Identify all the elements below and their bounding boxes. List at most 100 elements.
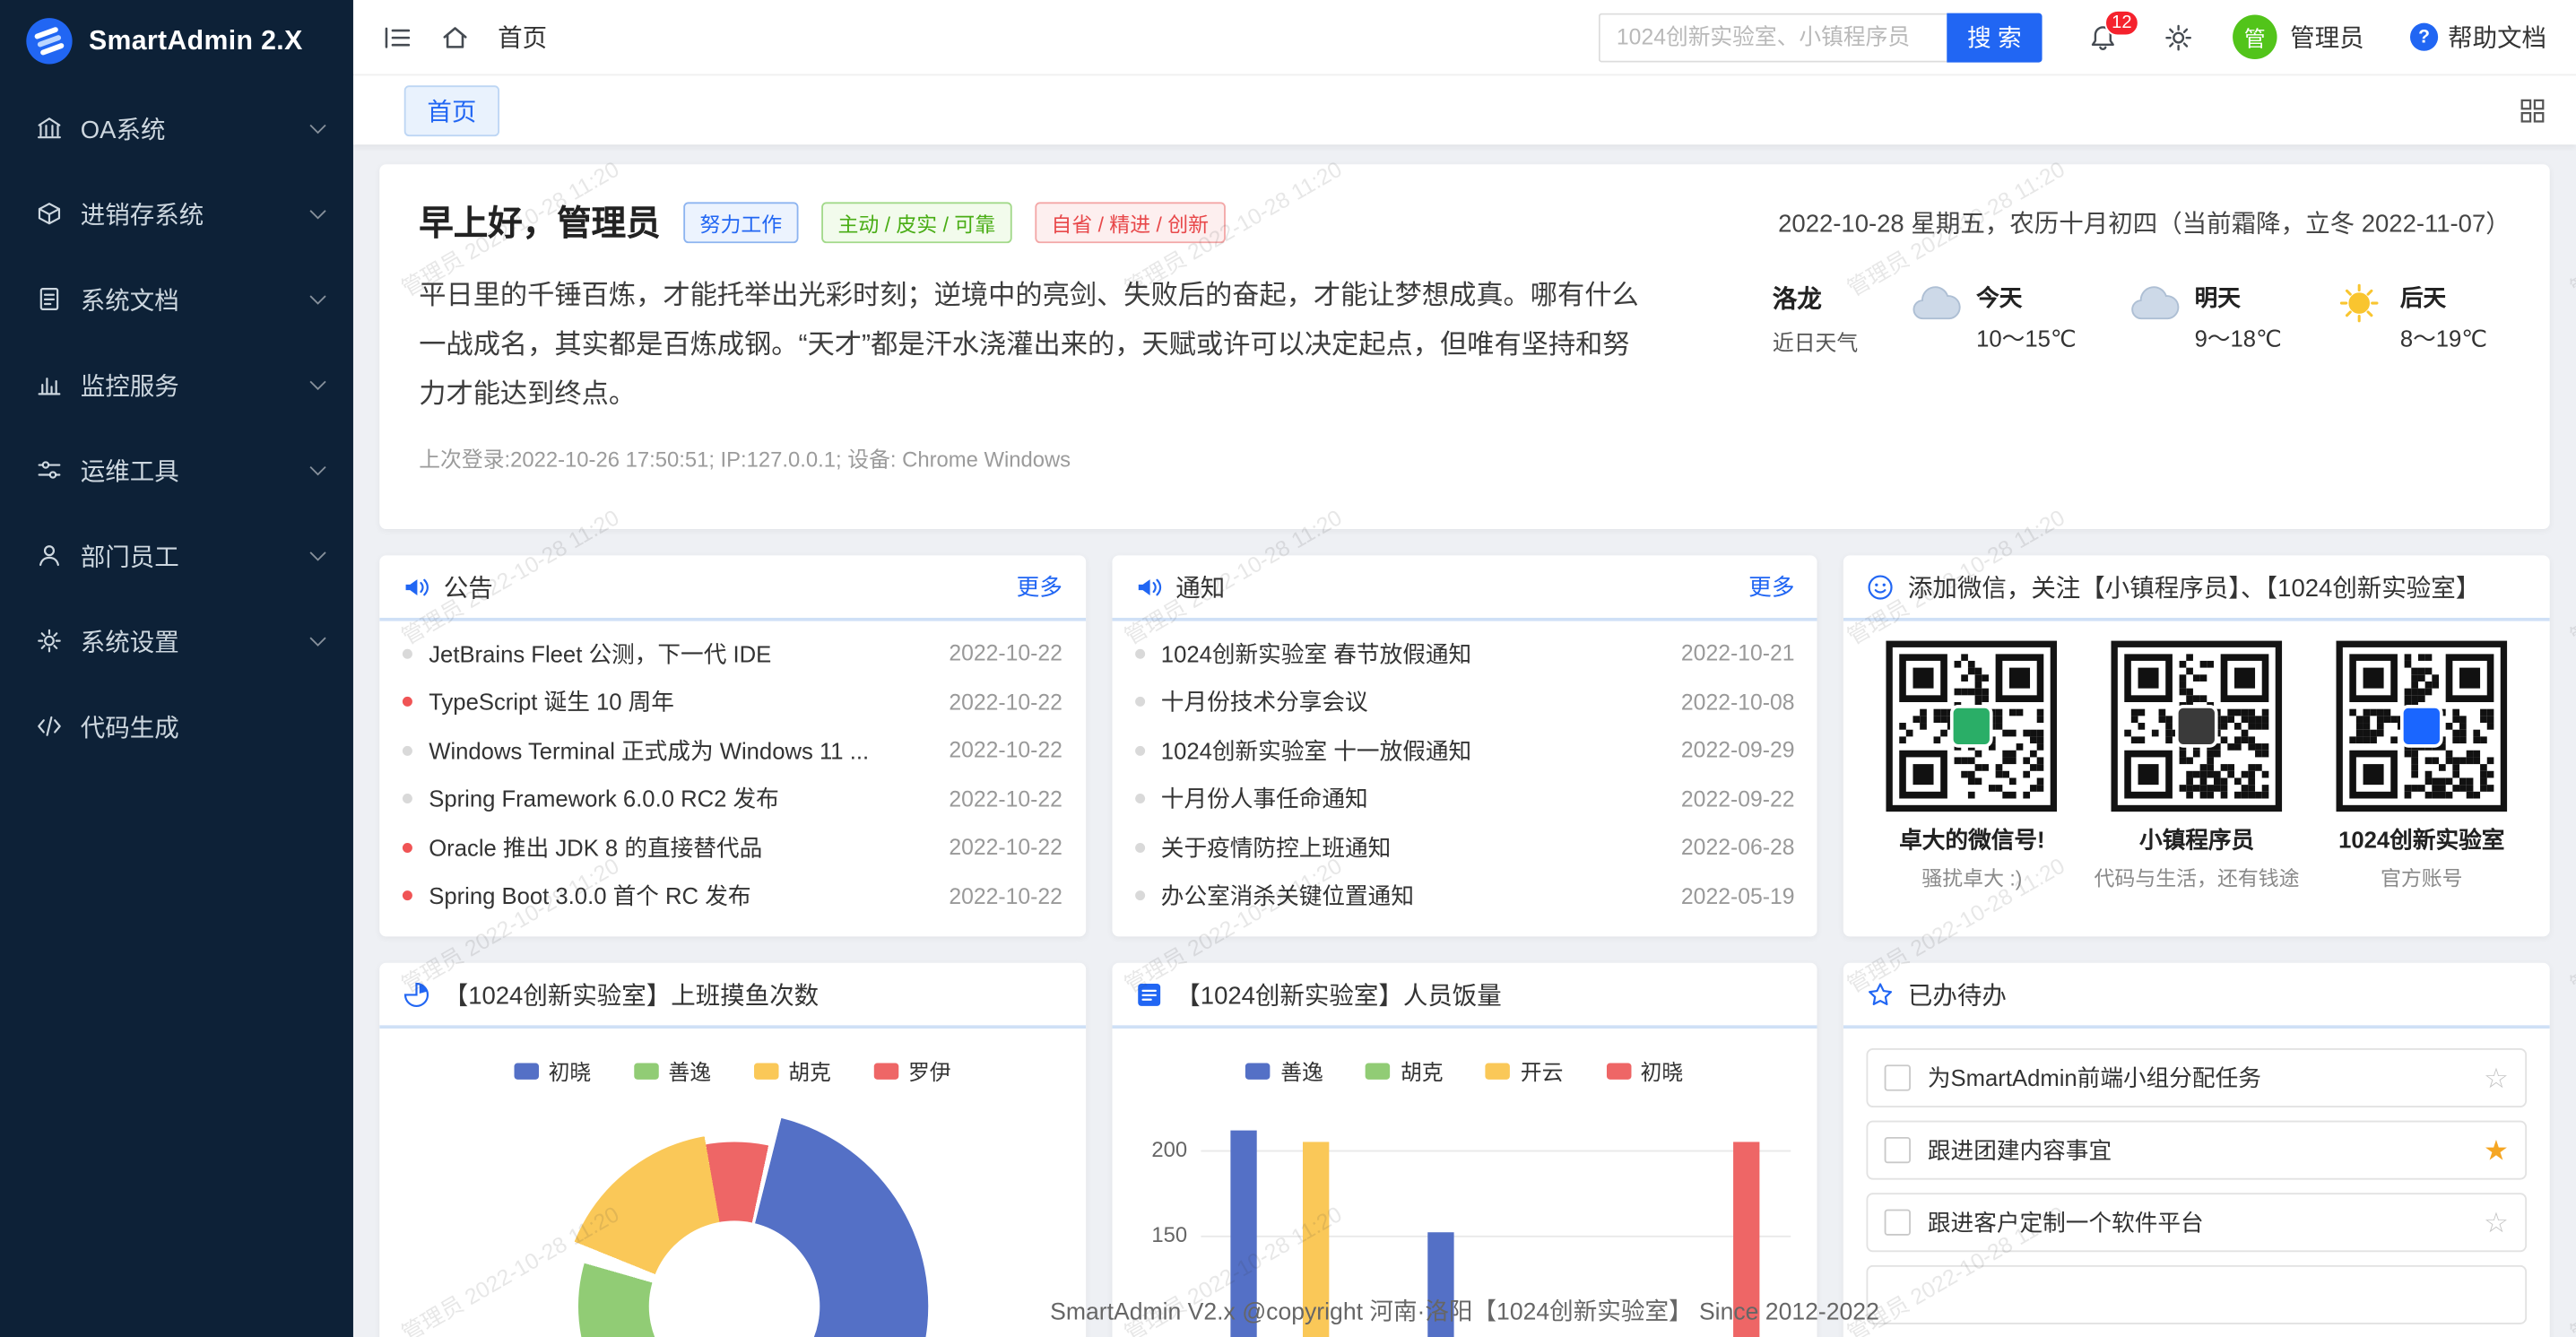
notice-item[interactable]: 十月份技术分享会议2022-10-08 [1134,678,1794,726]
wechat-logo-overlay [1951,705,1994,748]
settings-gear-icon[interactable] [2164,22,2193,52]
item-date: 2022-10-21 [1681,641,1795,665]
announcement-more-link[interactable]: 更多 [1017,570,1062,603]
legend-item[interactable]: 胡克 [1366,1055,1444,1086]
app-logo[interactable]: SmartAdmin 2.X [0,0,353,82]
motivational-quote: 平日里的千锤百炼，才能托举出光彩时刻；逆境中的亮剑、失败后的奋起，才能让梦想成真… [419,271,1648,419]
todo-item[interactable]: 为SmartAdmin前端小组分配任务 ☆ [1867,1048,2527,1107]
home-icon[interactable] [440,22,470,52]
notice-item[interactable]: 办公室消杀关键位置通知2022-05-19 [1134,872,1794,920]
legend-item[interactable]: 善逸 [1246,1055,1323,1086]
todo-checkbox[interactable] [1885,1064,1911,1090]
sidebar-item-docs[interactable]: 系统文档 [0,256,353,342]
chevron-down-icon [309,117,325,133]
question-icon: ? [2410,23,2438,51]
item-date: 2022-10-22 [949,883,1062,907]
sidebar-item-label: 部门员工 [81,538,312,572]
announcement-item[interactable]: JetBrains Fleet 公测，下一代 IDE2022-10-22 [403,629,1062,678]
app-title: SmartAdmin 2.X [89,25,303,56]
star-toggle-icon[interactable]: ★ [2484,1136,2509,1164]
qr-block-1024lab: 1024创新实验室 官方账号 [2317,641,2528,892]
card-title: 公告 [444,569,493,603]
announcement-item[interactable]: Spring Boot 3.0.0 首个 RC 发布2022-10-22 [403,872,1062,920]
todo-checkbox[interactable] [1885,1137,1911,1163]
chevron-down-icon [309,288,325,304]
account-logo-overlay [2175,705,2218,748]
sidebar-item-codegen[interactable]: 代码生成 [0,683,353,768]
announcement-item[interactable]: Windows Terminal 正式成为 Windows 11 ...2022… [403,726,1062,775]
qr-code-image [2337,641,2508,812]
legend-item[interactable]: 善逸 [634,1055,711,1086]
item-text: Spring Boot 3.0.0 首个 RC 发布 [429,880,949,913]
chevron-down-icon [309,458,325,474]
legend-item[interactable]: 初晓 [1606,1055,1683,1086]
qr-code-image [2112,641,2283,812]
item-date: 2022-10-22 [949,641,1062,665]
notice-item[interactable]: 关于疫情防控上班通知2022-06-28 [1134,823,1794,872]
item-date: 2022-05-19 [1681,883,1795,907]
sidebar-item-label: 代码生成 [81,709,324,743]
star-toggle-icon[interactable]: ☆ [2484,1209,2509,1237]
sidebar-item-settings[interactable]: 系统设置 [0,598,353,683]
notice-more-link[interactable]: 更多 [1748,570,1794,603]
todo-text: 跟进团建内容事宜 [1928,1133,2484,1167]
qr-subtitle: 骚扰卓大 :) [1867,861,2077,892]
item-date: 2022-10-22 [949,835,1062,859]
todo-item[interactable]: 跟进团建内容事宜 ★ [1867,1121,2527,1180]
last-login-info: 上次登录:2022-10-26 17:50:51; IP:127.0.0.1; … [419,442,2511,473]
announcement-item[interactable]: Spring Framework 6.0.0 RC2 发布2022-10-22 [403,775,1062,823]
tab-home[interactable]: 首页 [404,84,499,135]
sidebar-item-monitor[interactable]: 监控服务 [0,342,353,427]
chevron-down-icon [309,202,325,218]
document-icon [36,286,62,312]
star-toggle-icon[interactable]: ☆ [2484,1064,2509,1091]
sidebar-item-label: 系统设置 [81,623,312,657]
item-text: 十月份技术分享会议 [1161,686,1681,719]
sidebar-item-staff[interactable]: 部门员工 [0,513,353,598]
avatar: 管 [2233,14,2277,58]
user-menu[interactable]: 管 管理员 [2233,14,2364,58]
card-title: 已办待办 [1908,977,2007,1011]
qr-subtitle: 代码与生活，还有钱途 [2092,861,2303,892]
todo-item[interactable]: 跟进客户定制一个软件平台 ☆ [1867,1193,2527,1252]
search-button[interactable]: 搜 索 [1947,13,2042,62]
todo-text: 跟进客户定制一个软件平台 [1928,1206,2484,1239]
breadcrumb[interactable]: 首页 [498,20,547,54]
bank-icon [36,115,62,141]
sidebar-item-oa[interactable]: OA系统 [0,85,353,170]
qr-title: 1024创新实验室 [2317,823,2528,856]
search-input[interactable] [1599,13,1947,62]
legend-item[interactable]: 开云 [1486,1055,1563,1086]
legend-item[interactable]: 罗伊 [873,1055,950,1086]
item-date: 2022-06-28 [1681,835,1795,859]
badge-innovate: 自省 / 精进 / 创新 [1035,201,1225,242]
sidebar-item-label: 进销存系统 [81,196,312,230]
watermark-text: 管理员 2022-10-28 11:20 [2563,151,2576,302]
sidebar-item-inventory[interactable]: 进销存系统 [0,171,353,256]
notice-item[interactable]: 1024创新实验室 十一放假通知2022-09-29 [1134,726,1794,775]
notification-bell-icon[interactable]: 12 [2088,22,2118,52]
bullet-dot [403,648,412,658]
card-title: 添加微信，关注【小镇程序员】、【1024创新实验室】 [1908,569,2480,603]
monitor-icon [36,371,62,397]
announcement-item[interactable]: TypeScript 诞生 10 周年2022-10-22 [403,678,1062,726]
item-text: 关于疫情防控上班通知 [1161,831,1681,864]
item-text: JetBrains Fleet 公测，下一代 IDE [429,637,949,670]
tab-layout-grid-icon[interactable] [2519,96,2546,124]
notice-card: 通知 更多 1024创新实验室 春节放假通知2022-10-21 十月份技术分享… [1112,555,1817,936]
inventory-icon [36,201,62,227]
chart-legend: 初晓 善逸 胡克 罗伊 [379,1055,1085,1086]
menu-fold-icon[interactable] [383,22,412,52]
legend-item[interactable]: 初晓 [514,1055,591,1086]
main-area: 首页 搜 索 12 管 管理员 ? 帮助文档 首页 [353,0,2576,1337]
notice-item[interactable]: 十月份人事任命通知2022-09-22 [1134,775,1794,823]
legend-item[interactable]: 胡克 [754,1055,831,1086]
help-docs-link[interactable]: ? 帮助文档 [2410,20,2546,54]
item-text: 1024创新实验室 春节放假通知 [1161,637,1681,670]
todo-checkbox[interactable] [1885,1210,1911,1236]
weather-day-tomorrow: 明天9～18℃ [2126,281,2282,354]
announcement-item[interactable]: Oracle 推出 JDK 8 的直接替代品2022-10-22 [403,823,1062,872]
sidebar-item-ops[interactable]: 运维工具 [0,427,353,512]
item-text: Windows Terminal 正式成为 Windows 11 ... [429,734,949,768]
notice-item[interactable]: 1024创新实验室 春节放假通知2022-10-21 [1134,629,1794,678]
